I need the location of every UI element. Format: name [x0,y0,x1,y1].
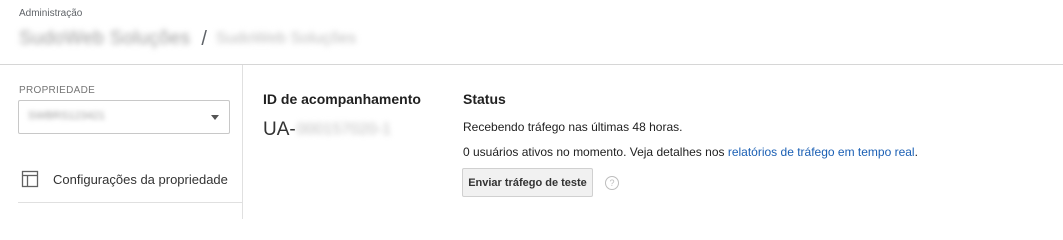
tracking-id-value: UA- 000157020-1 [263,119,391,141]
layout-icon [21,170,39,188]
property-select[interactable]: SWBRS123421 [18,100,230,134]
tracking-id-number: 000157020-1 [296,121,392,138]
active-users-period: . [914,145,918,159]
property-sidebar: PROPRIEDADE SWBRS123421 Configurações da… [0,65,243,219]
breadcrumb-separator: / [201,27,207,50]
admin-header: Administração SudoWeb Soluções / SudoWeb… [0,0,1063,65]
account-name[interactable]: SudoWeb Soluções [19,28,190,50]
property-name[interactable]: SudoWeb Soluções [216,30,356,48]
status-active-users: 0 usuários ativos no momento. Veja detal… [463,145,918,159]
tracking-id-title: ID de acompanhamento [263,91,421,107]
sidebar-item-property-settings[interactable]: Configurações da propriedade [0,163,242,197]
tracking-id-prefix: UA- [263,119,296,140]
status-title: Status [463,91,506,107]
sidebar-divider [18,202,242,203]
breadcrumb: SudoWeb Soluções / SudoWeb Soluções [19,26,356,52]
active-users-text: 0 usuários ativos no momento. Veja detal… [463,145,728,159]
help-circle-icon[interactable]: ? [605,176,619,190]
property-label: PROPRIEDADE [19,85,96,96]
chevron-down-icon [211,115,219,120]
status-receiving-text: Recebendo tráfego nas últimas 48 horas. [463,120,683,134]
section-label: Administração [19,8,83,19]
realtime-reports-link[interactable]: relatórios de tráfego em tempo real [728,145,915,159]
property-select-value: SWBRS123421 [28,110,106,122]
sidebar-item-label: Configurações da propriedade [53,172,228,187]
send-test-traffic-button[interactable]: Enviar tráfego de teste [462,168,593,197]
